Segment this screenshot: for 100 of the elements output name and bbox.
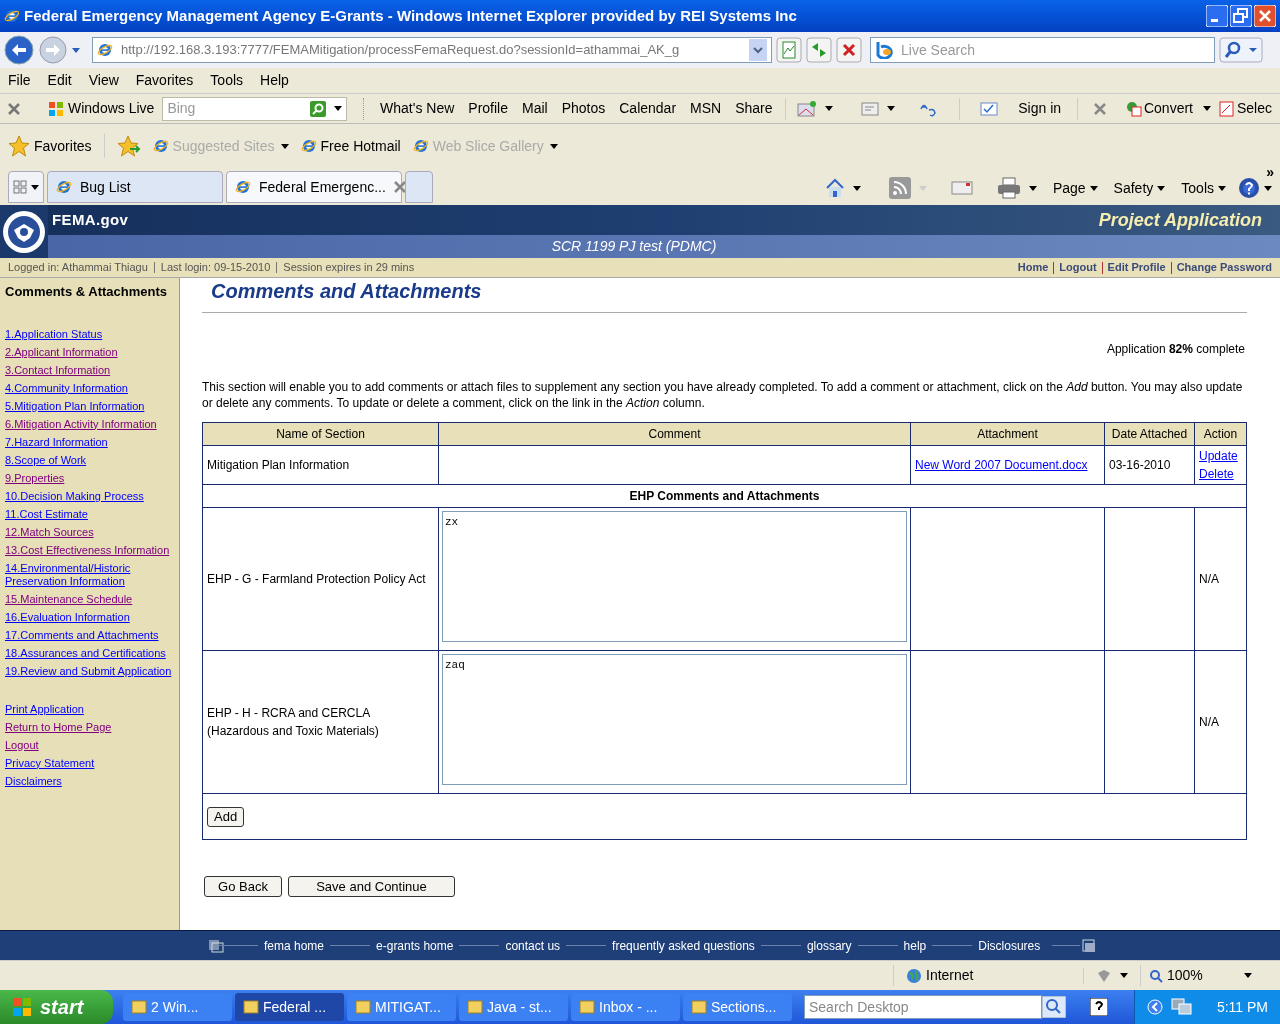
sidebar-link[interactable]: 3.Contact Information bbox=[5, 363, 175, 377]
taskbar-button[interactable]: Sections... bbox=[683, 993, 792, 1021]
footer-link[interactable]: contact us bbox=[493, 936, 573, 955]
dropdown-caret-icon[interactable] bbox=[1089, 185, 1098, 191]
menu-item[interactable]: Tools bbox=[210, 70, 244, 91]
toolbar-link[interactable]: Profile bbox=[468, 98, 508, 119]
footer-link[interactable]: frequently asked questions bbox=[600, 936, 767, 955]
sidebar-link[interactable]: Return to Home Page bbox=[5, 720, 175, 734]
sidebar-link[interactable]: 1.Application Status bbox=[5, 327, 175, 341]
forward-icon[interactable] bbox=[38, 35, 68, 65]
help-icon[interactable] bbox=[1238, 177, 1260, 199]
form-button[interactable]: Save and Continue bbox=[288, 876, 455, 897]
toolbar-link[interactable]: What's New bbox=[380, 98, 455, 119]
dropdown-icon[interactable] bbox=[749, 39, 767, 61]
dropdown-caret-icon[interactable] bbox=[1157, 185, 1166, 191]
header-link[interactable]: Edit Profile bbox=[1107, 259, 1166, 276]
header-link[interactable]: Logout bbox=[1059, 259, 1097, 276]
menu-item[interactable]: File bbox=[8, 70, 31, 91]
toolbar-brand[interactable]: Windows Live bbox=[68, 98, 155, 119]
favorites-button[interactable]: Favorites bbox=[34, 135, 92, 157]
browser-tab[interactable]: Bug List bbox=[47, 171, 223, 203]
close-icon[interactable] bbox=[1254, 5, 1276, 27]
sidebar-link[interactable]: 17.Comments and Attachments bbox=[5, 628, 175, 642]
dropdown-caret-icon[interactable] bbox=[280, 143, 289, 149]
dropdown-caret-icon[interactable] bbox=[1028, 185, 1037, 191]
convert-pdf-icon[interactable] bbox=[1125, 100, 1142, 117]
menu-item[interactable]: View bbox=[88, 70, 119, 91]
sidebar-link[interactable]: 16.Evaluation Information bbox=[5, 610, 175, 624]
sidebar-link[interactable]: 19.Review and Submit Application bbox=[5, 664, 175, 678]
sidebar-link[interactable]: Print Application bbox=[5, 702, 175, 716]
dropdown-caret-icon[interactable] bbox=[852, 185, 861, 191]
header-link[interactable]: Home bbox=[1017, 259, 1049, 276]
form-button[interactable]: Go Back bbox=[204, 876, 282, 897]
sidebar-link[interactable]: 13.Cost Effectiveness Information bbox=[5, 543, 175, 557]
sidebar-link[interactable]: 15.Maintenance Schedule bbox=[5, 592, 175, 606]
dropdown-caret-icon[interactable] bbox=[334, 106, 343, 111]
network-icon[interactable] bbox=[1170, 998, 1193, 1016]
minimize-icon[interactable] bbox=[1206, 5, 1228, 27]
menu-item[interactable]: Edit bbox=[47, 70, 72, 91]
sidebar-link[interactable]: 14.Environmental/Historic Preservation Information bbox=[5, 561, 175, 588]
comment-field[interactable]: zx bbox=[442, 511, 907, 642]
home-icon[interactable] bbox=[824, 178, 845, 198]
action-link[interactable]: Delete bbox=[1199, 467, 1234, 481]
back-icon[interactable] bbox=[4, 35, 34, 65]
taskbar-button[interactable]: 2 Win... bbox=[123, 993, 232, 1021]
action-link[interactable]: Update bbox=[1199, 449, 1238, 463]
print-icon[interactable] bbox=[996, 177, 1021, 199]
sidebar-link[interactable]: 4.Community Information bbox=[5, 381, 175, 395]
sidebar-link[interactable]: 2.Applicant Information bbox=[5, 345, 175, 359]
sidebar-link[interactable]: 10.Decision Making Process bbox=[5, 489, 175, 503]
more-tools-button[interactable]: » bbox=[1266, 162, 1274, 183]
footer-link[interactable]: e-grants home bbox=[364, 936, 466, 955]
footer-link[interactable]: glossary bbox=[794, 936, 864, 955]
search-icon[interactable] bbox=[1219, 37, 1263, 63]
toolbar-link[interactable]: Share bbox=[735, 98, 773, 119]
search-icon[interactable] bbox=[1042, 996, 1066, 1018]
sidebar-link[interactable]: 12.Match Sources bbox=[5, 525, 175, 539]
dropdown-caret-icon[interactable] bbox=[549, 143, 558, 149]
close-toolbar-icon[interactable] bbox=[8, 102, 20, 115]
convert-button[interactable]: Convert bbox=[1143, 98, 1193, 119]
help-icon[interactable] bbox=[1090, 998, 1108, 1016]
checkbox-icon[interactable] bbox=[980, 101, 999, 116]
zoom-level[interactable]: 100% bbox=[1167, 965, 1203, 986]
search-icon[interactable] bbox=[310, 100, 327, 117]
address-field[interactable]: http://192.168.3.193:7777/FEMAMitigation/processFemaRequest.do?sessionId=athammai_AK_g bbox=[92, 37, 772, 63]
zoom-icon[interactable] bbox=[1149, 968, 1163, 983]
menu-item[interactable]: Favorites bbox=[135, 70, 194, 91]
favorites-link[interactable]: Free Hotmail bbox=[320, 135, 401, 157]
select-button[interactable]: Selec bbox=[1237, 98, 1272, 119]
send-picture-icon[interactable] bbox=[797, 99, 818, 118]
sign-in-link[interactable]: Sign in bbox=[1018, 98, 1062, 119]
browser-tab[interactable]: Federal Emergenc... bbox=[226, 171, 402, 203]
stop-icon[interactable] bbox=[836, 37, 862, 63]
feed-icon[interactable] bbox=[888, 177, 911, 199]
add-to-favorites-icon[interactable] bbox=[116, 135, 141, 157]
dropdown-caret-icon[interactable] bbox=[1264, 185, 1272, 191]
command-menu[interactable]: Safety bbox=[1113, 177, 1154, 199]
toolbar-link[interactable]: Photos bbox=[561, 98, 606, 119]
mail-icon[interactable] bbox=[950, 180, 973, 196]
command-menu[interactable]: Page bbox=[1052, 177, 1086, 199]
dropdown-caret-icon[interactable] bbox=[825, 106, 834, 111]
desktop-search-field[interactable]: Search Desktop bbox=[804, 995, 1042, 1019]
favorites-star-icon[interactable] bbox=[8, 135, 30, 157]
select-pdf-icon[interactable] bbox=[1219, 100, 1235, 117]
toolbar-link[interactable]: Mail bbox=[522, 98, 548, 119]
sidebar-link[interactable]: 8.Scope of Work bbox=[5, 453, 175, 467]
restore-icon[interactable] bbox=[1230, 5, 1252, 27]
sidebar-link[interactable]: 9.Properties bbox=[5, 471, 175, 485]
dropdown-caret-icon[interactable] bbox=[1120, 973, 1128, 978]
sidebar-link[interactable]: 6.Mitigation Activity Information bbox=[5, 417, 175, 431]
sidebar-link[interactable]: Privacy Statement bbox=[5, 756, 175, 770]
sidebar-link[interactable]: Disclaimers bbox=[5, 774, 175, 788]
footer-link[interactable]: fema home bbox=[252, 936, 337, 955]
comment-field[interactable]: zaq bbox=[442, 654, 907, 785]
sidebar-link[interactable]: Logout bbox=[5, 738, 175, 752]
menu-item[interactable]: Help bbox=[260, 70, 289, 91]
footer-link[interactable]: Disclosures bbox=[966, 936, 1053, 955]
sidebar-link[interactable]: 18.Assurances and Certifications bbox=[5, 646, 175, 660]
taskbar-button[interactable]: Inbox - ... bbox=[571, 993, 680, 1021]
close-toolbar-icon[interactable] bbox=[1093, 102, 1106, 115]
